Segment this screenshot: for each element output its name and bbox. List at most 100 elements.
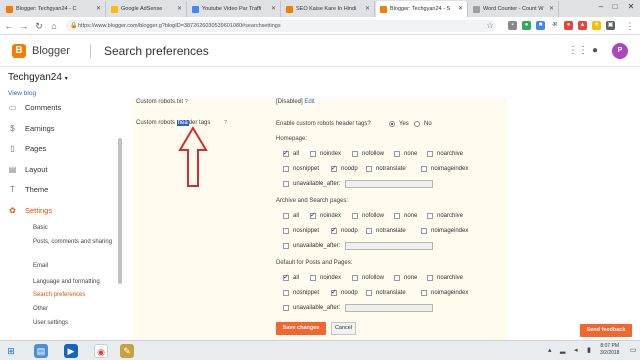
checkbox[interactable] xyxy=(283,290,289,296)
close-icon[interactable]: ✕ xyxy=(271,5,276,12)
settings-sub-search-preferences[interactable]: Search preferences xyxy=(33,292,85,299)
checkbox-notranslate[interactable]: notranslate xyxy=(366,166,406,172)
sidebar-item-layout[interactable]: ▤ Layout xyxy=(8,165,48,174)
checkbox[interactable] xyxy=(427,275,433,281)
checkbox-noindex[interactable]: noindex xyxy=(310,151,341,157)
view-blog-link[interactable]: View blog xyxy=(8,90,36,97)
checkbox-none[interactable]: none xyxy=(394,213,417,219)
apps-grid-icon[interactable]: ⋮⋮ xyxy=(568,45,588,56)
chrome-icon[interactable]: ◉ xyxy=(94,344,108,358)
forward-icon[interactable]: → xyxy=(18,20,30,32)
blogger-logo-icon[interactable]: B xyxy=(12,44,26,58)
checkbox[interactable] xyxy=(352,275,358,281)
extension-icon[interactable]: ▣ xyxy=(606,21,615,30)
checkbox-none[interactable]: none xyxy=(394,275,417,281)
network-icon[interactable]: ▂ xyxy=(560,346,565,354)
close-icon[interactable]: ✕ xyxy=(549,5,554,12)
checkbox[interactable] xyxy=(283,228,289,234)
checkbox-noodp[interactable]: noodp xyxy=(331,288,358,296)
brand-name[interactable]: Blogger xyxy=(32,45,70,57)
browser-tab[interactable]: Word Counter - Count W ✕ xyxy=(469,1,559,17)
send-feedback-button[interactable]: Send feedback xyxy=(580,324,632,337)
close-icon[interactable]: ✕ xyxy=(96,5,101,12)
checkbox-nosnippet[interactable]: nosnippet xyxy=(283,290,319,296)
close-icon[interactable]: ✕ xyxy=(365,5,370,12)
no-radio[interactable]: No xyxy=(414,121,432,127)
sidebar-scrollbar[interactable] xyxy=(118,138,122,284)
checkbox[interactable] xyxy=(427,213,433,219)
radio-no[interactable] xyxy=(414,121,420,127)
checkbox[interactable] xyxy=(394,213,400,219)
sidebar-item-earnings[interactable]: $ Earnings xyxy=(8,124,54,133)
checkbox[interactable] xyxy=(310,151,316,157)
checkbox[interactable] xyxy=(394,275,400,281)
sidebar-item-pages[interactable]: ▯ Pages xyxy=(8,144,46,153)
tray-up-arrow-icon[interactable]: ▴ xyxy=(548,346,552,354)
close-icon[interactable]: ✕ xyxy=(177,5,182,12)
checkbox-all[interactable]: all xyxy=(283,213,299,219)
checkbox-noindex[interactable]: noindex xyxy=(310,275,341,281)
browser-tab[interactable]: Google AdSense ✕ xyxy=(107,1,187,17)
checkbox-nofollow[interactable]: nofollow xyxy=(352,151,384,157)
checkbox-noodp[interactable]: noodp xyxy=(331,226,358,234)
checkbox[interactable] xyxy=(283,181,289,187)
notifications-center-icon[interactable]: ▭ xyxy=(630,346,637,354)
checkbox[interactable] xyxy=(283,273,289,281)
checkbox[interactable] xyxy=(283,305,289,311)
maximize-icon[interactable]: □ xyxy=(608,2,622,11)
checkbox[interactable] xyxy=(394,151,400,157)
extension-icon[interactable]: ● xyxy=(564,21,573,30)
browser-tab[interactable]: Youtube Video Par Traffi ✕ xyxy=(188,1,281,17)
media-player-icon[interactable]: ▶ xyxy=(64,344,78,358)
yes-radio[interactable]: Yes xyxy=(389,121,409,127)
blog-selector[interactable]: Techgyan24 ▾ xyxy=(8,72,68,83)
browser-tab[interactable]: SEO Kaise Kare In Hindi ✕ xyxy=(282,1,375,17)
checkbox-none[interactable]: none xyxy=(394,151,417,157)
checkbox[interactable] xyxy=(283,166,289,172)
settings-sub-basic[interactable]: Basic xyxy=(33,225,48,232)
checkbox-all[interactable]: all xyxy=(283,149,299,157)
checkbox-nofollow[interactable]: nofollow xyxy=(352,275,384,281)
checkbox[interactable] xyxy=(352,213,358,219)
unavailable-after-input[interactable] xyxy=(345,304,433,312)
checkbox[interactable] xyxy=(283,149,289,157)
checkbox[interactable] xyxy=(310,275,316,281)
bookmark-star-icon[interactable]: ☆ xyxy=(484,20,496,32)
avatar[interactable]: P xyxy=(612,43,628,59)
home-icon[interactable]: ⌂ xyxy=(48,20,60,32)
extension-icon[interactable]: ▲ xyxy=(578,21,587,30)
checkbox-noarchive[interactable]: noarchive xyxy=(427,151,463,157)
checkbox[interactable] xyxy=(366,228,372,234)
help-icon[interactable]: ? xyxy=(185,99,188,105)
checkbox[interactable] xyxy=(310,211,316,219)
volume-icon[interactable]: ◂ xyxy=(574,346,578,354)
checkbox[interactable] xyxy=(331,226,337,234)
extension-icon[interactable]: अ xyxy=(550,21,559,30)
checkbox[interactable] xyxy=(421,166,427,172)
save-changes-button[interactable]: Save changes xyxy=(276,322,326,335)
checkbox[interactable] xyxy=(427,151,433,157)
sidebar-item-comments[interactable]: ▭ Comments xyxy=(8,103,62,112)
paint-icon[interactable]: ✎ xyxy=(120,344,134,358)
windows-start-icon[interactable]: ⊞ xyxy=(4,344,18,358)
extension-icon[interactable]: ■ xyxy=(536,21,545,30)
settings-sub-other[interactable]: Other xyxy=(33,306,48,313)
checkbox-nosnippet[interactable]: nosnippet xyxy=(283,228,319,234)
checkbox[interactable] xyxy=(421,290,427,296)
checkbox-noindex[interactable]: noindex xyxy=(310,211,341,219)
extension-icon[interactable]: ★ xyxy=(592,21,601,30)
checkbox[interactable] xyxy=(366,290,372,296)
file-explorer-icon[interactable]: ▤ xyxy=(34,344,48,358)
browser-tab-active[interactable]: Blogger: Techgyan24 - S ✕ xyxy=(376,1,468,17)
extension-icon[interactable]: ● xyxy=(522,21,531,30)
checkbox-noarchive[interactable]: noarchive xyxy=(427,275,463,281)
battery-icon[interactable]: ▮ xyxy=(587,346,591,354)
cancel-button[interactable]: Cancel xyxy=(331,322,356,335)
checkbox-unavailable-after[interactable]: unavailable_after: xyxy=(283,305,340,311)
checkbox-noodp[interactable]: noodp xyxy=(331,164,358,172)
checkbox-all[interactable]: all xyxy=(283,273,299,281)
settings-sub-user-settings[interactable]: User settings xyxy=(33,320,68,327)
reload-icon[interactable]: ↻ xyxy=(33,20,45,32)
checkbox-notranslate[interactable]: notranslate xyxy=(366,290,406,296)
checkbox[interactable] xyxy=(331,288,337,296)
